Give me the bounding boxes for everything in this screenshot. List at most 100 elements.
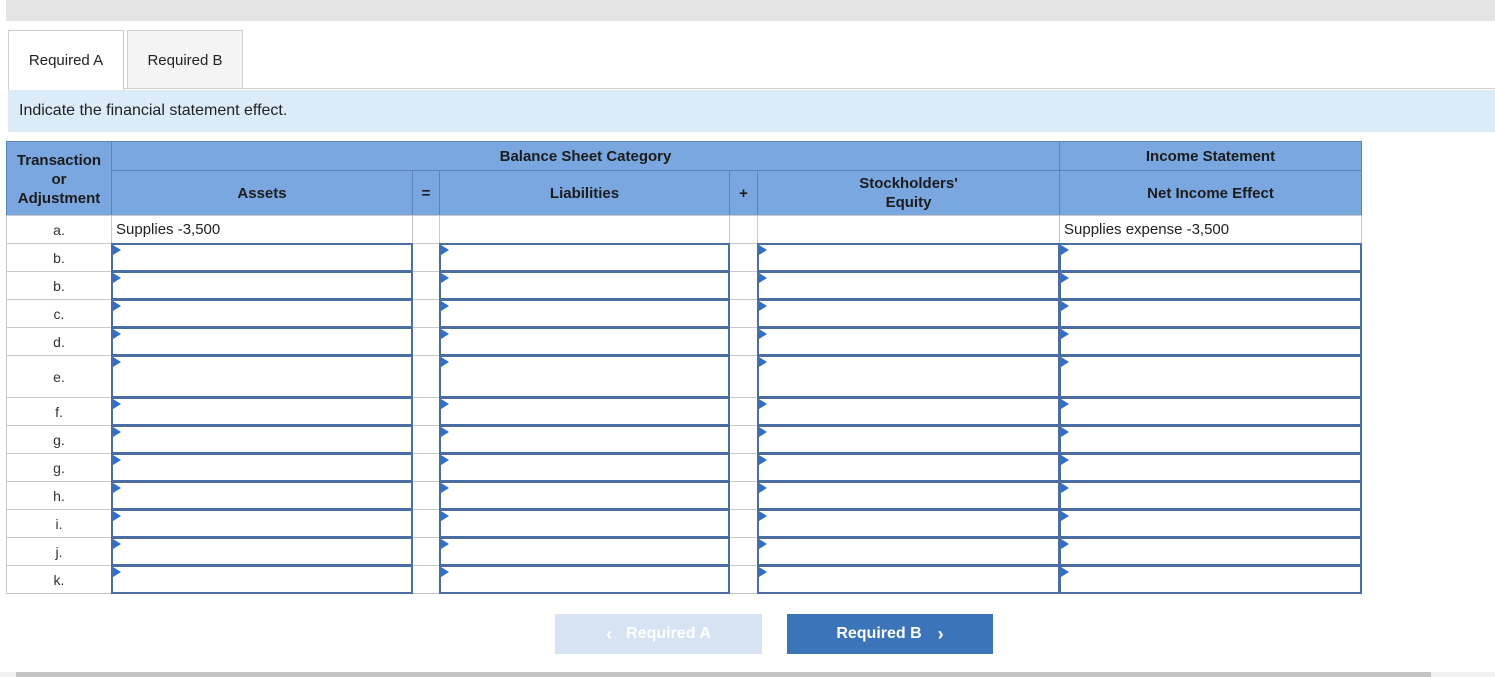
equity-input[interactable] <box>757 565 1060 594</box>
tab-required-a[interactable]: Required A <box>8 30 124 90</box>
assets-input[interactable] <box>111 355 413 398</box>
liabilities-input[interactable] <box>439 453 730 482</box>
equity-input[interactable] <box>757 271 1060 300</box>
income-statement-header: Income Statement <box>1059 141 1362 171</box>
liabilities-header: Liabilities <box>439 170 730 216</box>
next-required-b-button[interactable]: Required B › <box>787 614 993 654</box>
liabilities-cell <box>439 215 730 244</box>
equity-input[interactable] <box>757 299 1060 328</box>
assets-input[interactable] <box>111 481 413 510</box>
assets-input[interactable] <box>111 425 413 454</box>
assets-input[interactable] <box>111 537 413 566</box>
row-label: e. <box>6 355 112 398</box>
liabilities-input[interactable] <box>439 565 730 594</box>
equals-spacer <box>412 299 440 328</box>
stockholders-equity-header: Stockholders' Equity <box>757 170 1060 216</box>
assets-input[interactable] <box>111 271 413 300</box>
equals-spacer <box>412 537 440 566</box>
equals-spacer <box>412 425 440 454</box>
equity-input[interactable] <box>757 397 1060 426</box>
equity-input[interactable] <box>757 355 1060 398</box>
equals-spacer <box>412 397 440 426</box>
row-label: b. <box>6 243 112 272</box>
row-label-text: b. <box>53 277 65 294</box>
tab-bar: Required A Required B <box>8 30 246 90</box>
equity-input[interactable] <box>757 243 1060 272</box>
row-label-text: k. <box>53 571 65 588</box>
assets-input[interactable] <box>111 299 413 328</box>
equity-cell <box>757 215 1060 244</box>
assets-input[interactable] <box>111 243 413 272</box>
plus-spacer <box>729 453 758 482</box>
liabilities-input[interactable] <box>439 299 730 328</box>
net-income-input[interactable] <box>1059 565 1362 594</box>
net-income-input[interactable] <box>1059 299 1362 328</box>
liabilities-input[interactable] <box>439 509 730 538</box>
row-label: i. <box>6 509 112 538</box>
top-strip <box>6 0 1495 21</box>
horizontal-scrollbar-thumb[interactable] <box>16 672 1431 677</box>
row-label-text: g. <box>53 459 65 476</box>
liabilities-input[interactable] <box>439 481 730 510</box>
tab-required-b[interactable]: Required B <box>127 30 243 89</box>
assets-input[interactable] <box>111 509 413 538</box>
net-income-input[interactable] <box>1059 509 1362 538</box>
equals-spacer <box>412 243 440 272</box>
assets-input[interactable] <box>111 327 413 356</box>
row-label: h. <box>6 481 112 510</box>
financial-effect-table: Transaction or Adjustment Balance Sheet … <box>6 141 1362 602</box>
liabilities-input[interactable] <box>439 327 730 356</box>
row-label: d. <box>6 327 112 356</box>
net-income-input[interactable] <box>1059 327 1362 356</box>
assets-input[interactable] <box>111 397 413 426</box>
plus-spacer <box>729 243 758 272</box>
liabilities-input[interactable] <box>439 425 730 454</box>
row-label: f. <box>6 397 112 426</box>
plus-spacer <box>729 425 758 454</box>
equity-input[interactable] <box>757 327 1060 356</box>
equity-input[interactable] <box>757 425 1060 454</box>
net-income-input[interactable] <box>1059 537 1362 566</box>
liabilities-input[interactable] <box>439 243 730 272</box>
equity-input[interactable] <box>757 509 1060 538</box>
liabilities-input[interactable] <box>439 537 730 566</box>
row-label-text: f. <box>55 403 63 420</box>
plus-spacer <box>729 215 758 244</box>
liabilities-input[interactable] <box>439 271 730 300</box>
equals-spacer <box>412 355 440 398</box>
plus-spacer <box>729 397 758 426</box>
instruction-text: Indicate the financial statement effect. <box>19 102 288 119</box>
net-income-input[interactable] <box>1059 397 1362 426</box>
row-label-text: i. <box>55 515 63 532</box>
equity-input[interactable] <box>757 481 1060 510</box>
assets-input[interactable] <box>111 453 413 482</box>
net-income-input[interactable] <box>1059 271 1362 300</box>
equals-spacer <box>412 215 440 244</box>
net-income-input[interactable] <box>1059 453 1362 482</box>
equity-input[interactable] <box>757 453 1060 482</box>
row-label: k. <box>6 565 112 594</box>
assets-input[interactable] <box>111 565 413 594</box>
net-income-input[interactable] <box>1059 481 1362 510</box>
transaction-header-line-3: Adjustment <box>17 190 101 207</box>
equity-input[interactable] <box>757 537 1060 566</box>
net-income-input[interactable] <box>1059 243 1362 272</box>
net-income-input[interactable] <box>1059 425 1362 454</box>
row-label: a. <box>6 215 112 244</box>
prev-required-a-button[interactable]: ‹ Required A <box>555 614 762 654</box>
equals-spacer <box>412 453 440 482</box>
transaction-header: Transaction or Adjustment <box>6 141 112 216</box>
row-label: j. <box>6 537 112 566</box>
equals-spacer <box>412 565 440 594</box>
liabilities-input[interactable] <box>439 355 730 398</box>
plus-spacer <box>729 509 758 538</box>
row-label: b. <box>6 271 112 300</box>
plus-spacer <box>729 481 758 510</box>
liabilities-input[interactable] <box>439 397 730 426</box>
net-income-input[interactable] <box>1059 355 1362 398</box>
plus-spacer <box>729 355 758 398</box>
row-label-text: g. <box>53 431 65 448</box>
row-label: g. <box>6 425 112 454</box>
row-label: c. <box>6 299 112 328</box>
row-label-text: e. <box>53 368 65 385</box>
